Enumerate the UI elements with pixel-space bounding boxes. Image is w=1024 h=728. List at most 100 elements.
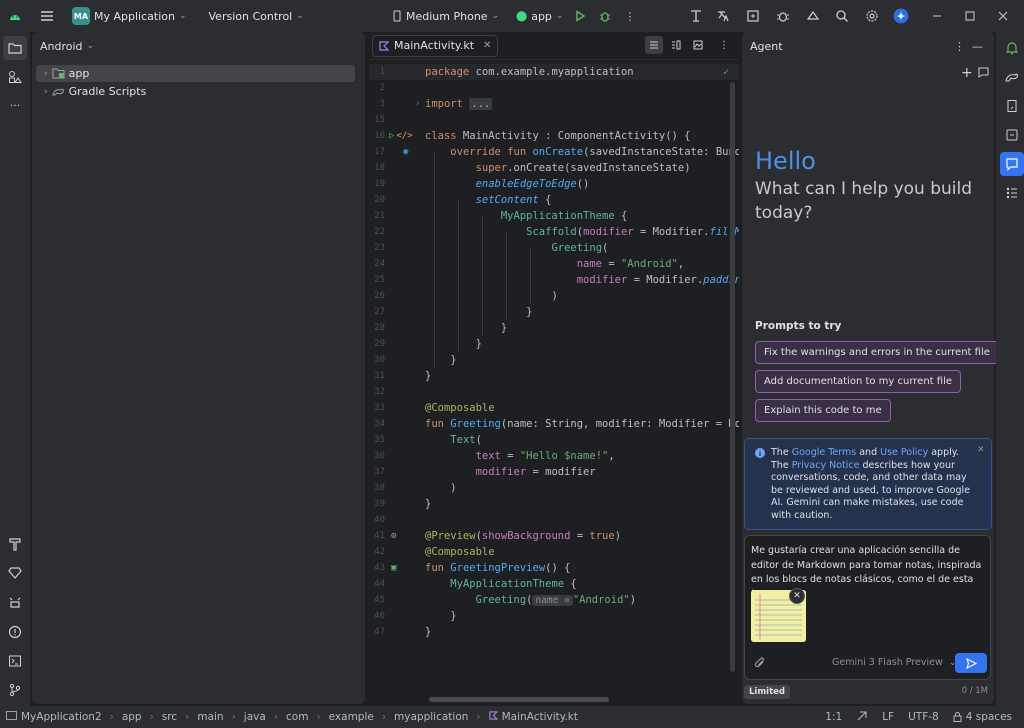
- file-encoding[interactable]: UTF-8: [908, 711, 939, 723]
- agent-options-icon[interactable]: ⋮: [954, 40, 965, 53]
- breadcrumb-item[interactable]: src: [162, 711, 177, 723]
- code-line: 2: [379, 83, 385, 93]
- minimize-window-icon[interactable]: [924, 3, 950, 29]
- project-view-selector[interactable]: Android ⌄: [32, 32, 365, 60]
- code-line: 26 ): [374, 290, 558, 302]
- attach-file-icon[interactable]: [751, 654, 769, 672]
- google-terms-link[interactable]: Google Terms: [792, 447, 857, 458]
- gradle-icon: [51, 88, 64, 96]
- device-manager-icon[interactable]: [800, 3, 826, 29]
- model-selector[interactable]: Gemini 3 Flash Preview ⌄: [832, 657, 956, 668]
- debug-icon[interactable]: [592, 3, 618, 29]
- hide-panel-icon[interactable]: —: [972, 40, 983, 53]
- device-explorer-icon[interactable]: [1000, 94, 1024, 118]
- maximize-window-icon[interactable]: [957, 3, 983, 29]
- problems-icon[interactable]: [3, 620, 27, 644]
- code-line: 45 Greeting(name = "Android"): [374, 594, 637, 606]
- translate-icon[interactable]: [710, 3, 736, 29]
- main-menu-icon[interactable]: [34, 3, 60, 29]
- terminal-icon[interactable]: [3, 649, 27, 673]
- gradle-panel-icon[interactable]: [1000, 65, 1024, 89]
- project-selector[interactable]: MA My Application ⌄: [66, 4, 193, 28]
- project-name: My Application: [94, 9, 175, 23]
- build-hammer-icon[interactable]: [3, 532, 27, 556]
- gemini-account-icon[interactable]: [888, 3, 914, 29]
- preview-settings-gear-icon[interactable]: ⚙: [391, 531, 396, 541]
- breadcrumb-item[interactable]: myapplication: [394, 711, 468, 723]
- vertical-scrollbar[interactable]: [730, 82, 735, 672]
- tree-item-app[interactable]: › app: [36, 65, 355, 82]
- vcs-selector[interactable]: Version Control ⌄: [203, 4, 310, 28]
- breadcrumb: MyApplication2 › app › src › main › java › co…: [6, 711, 578, 723]
- device-selector[interactable]: Medium Phone ⌄: [386, 4, 505, 28]
- bug-report-icon[interactable]: [770, 3, 796, 29]
- send-button[interactable]: [955, 653, 987, 673]
- close-tab-icon[interactable]: ✕: [483, 40, 491, 51]
- settings-gear-icon[interactable]: [859, 3, 885, 29]
- fold-chevron-icon[interactable]: ›: [415, 99, 420, 109]
- inspection-ok-icon[interactable]: ✓: [723, 67, 729, 78]
- breadcrumb-item[interactable]: java: [244, 711, 266, 723]
- title-bar: MA My Application ⌄ Version Control ⌄ Me…: [0, 0, 1024, 32]
- use-policy-link[interactable]: Use Policy: [880, 447, 928, 458]
- tab-main-activity[interactable]: MainActivity.kt ✕: [372, 34, 499, 57]
- version-control-icon[interactable]: [3, 678, 27, 702]
- project-folder-icon[interactable]: [3, 36, 27, 60]
- more-tools-icon[interactable]: ···: [3, 93, 27, 117]
- chevron-down-icon: ⌄: [86, 41, 95, 51]
- code-gutter-icon[interactable]: </>: [396, 131, 412, 141]
- split-view-icon[interactable]: [667, 36, 685, 54]
- project-badge: MA: [72, 7, 90, 25]
- chat-composer[interactable]: Me gustaría crear una aplicación sencill…: [744, 535, 991, 680]
- caret-position[interactable]: 1:1: [825, 711, 842, 723]
- more-actions-icon[interactable]: ⋮: [617, 3, 643, 29]
- chevron-down-icon: ⌄: [178, 11, 187, 21]
- remove-attachment-icon[interactable]: ✕: [789, 588, 805, 604]
- code-line: 33 @Composable: [374, 402, 495, 414]
- line-separator[interactable]: LF: [882, 711, 894, 723]
- run-icon[interactable]: [567, 3, 593, 29]
- privacy-notice-link[interactable]: Privacy Notice: [792, 460, 860, 471]
- notifications-bell-icon[interactable]: [1000, 36, 1024, 60]
- code-view-icon[interactable]: [645, 36, 663, 54]
- code-line: 1 package com.example.myapplication ✓: [369, 64, 739, 80]
- gem-icon[interactable]: [3, 561, 27, 585]
- sdk-manager-icon[interactable]: [740, 3, 766, 29]
- breadcrumb-item[interactable]: com: [286, 711, 308, 723]
- indent-settings[interactable]: 4 spaces: [953, 711, 1012, 723]
- resource-manager-icon[interactable]: [3, 65, 27, 89]
- run-gutter-icon[interactable]: ▷: [389, 131, 394, 141]
- new-chat-icon[interactable]: +: [961, 65, 973, 81]
- breadcrumb-item[interactable]: main: [197, 711, 223, 723]
- prompt-add-documentation[interactable]: Add documentation to my current file: [755, 370, 961, 393]
- horizontal-scrollbar[interactable]: [429, 697, 609, 702]
- override-gutter-icon[interactable]: ◉: [403, 147, 408, 157]
- agent-chat-icon[interactable]: [1000, 152, 1024, 176]
- code-line: 30 }: [374, 354, 457, 366]
- structure-list-icon[interactable]: [1000, 181, 1024, 205]
- code-line: 20 setContent {: [374, 194, 552, 206]
- project-view-label: Android: [40, 39, 83, 53]
- code-area[interactable]: 1 package com.example.myapplication ✓ 2 …: [369, 64, 739, 684]
- tree-item-gradle-scripts[interactable]: › Gradle Scripts: [36, 83, 355, 100]
- breadcrumb-item[interactable]: MyApplication2: [21, 711, 102, 723]
- breadcrumb-item[interactable]: app: [122, 711, 142, 723]
- preview-gutter-icon[interactable]: ▣: [391, 563, 396, 573]
- design-view-icon[interactable]: [689, 36, 707, 54]
- run-config-selector[interactable]: ⬤ app ⌄: [510, 4, 569, 28]
- prompt-fix-warnings[interactable]: Fix the warnings and errors in the curre…: [755, 341, 999, 364]
- dismiss-notice-icon[interactable]: ✕: [977, 444, 985, 457]
- prompt-explain-code[interactable]: Explain this code to me: [755, 399, 891, 422]
- inline-completion-icon[interactable]: [856, 710, 868, 725]
- chevron-down-icon: ⌄: [491, 11, 500, 21]
- chat-history-icon[interactable]: [978, 67, 989, 81]
- logcat-icon[interactable]: [3, 590, 27, 614]
- close-window-icon[interactable]: [990, 3, 1016, 29]
- breadcrumb-item[interactable]: example: [329, 711, 374, 723]
- editor-more-icon[interactable]: ⋮: [715, 36, 733, 54]
- search-icon[interactable]: [829, 3, 855, 29]
- device-mirroring-icon[interactable]: [683, 3, 709, 29]
- breadcrumb-item[interactable]: MainActivity.kt: [502, 711, 578, 723]
- emulator-icon[interactable]: [1000, 123, 1024, 147]
- limited-badge: Limited: [744, 685, 791, 699]
